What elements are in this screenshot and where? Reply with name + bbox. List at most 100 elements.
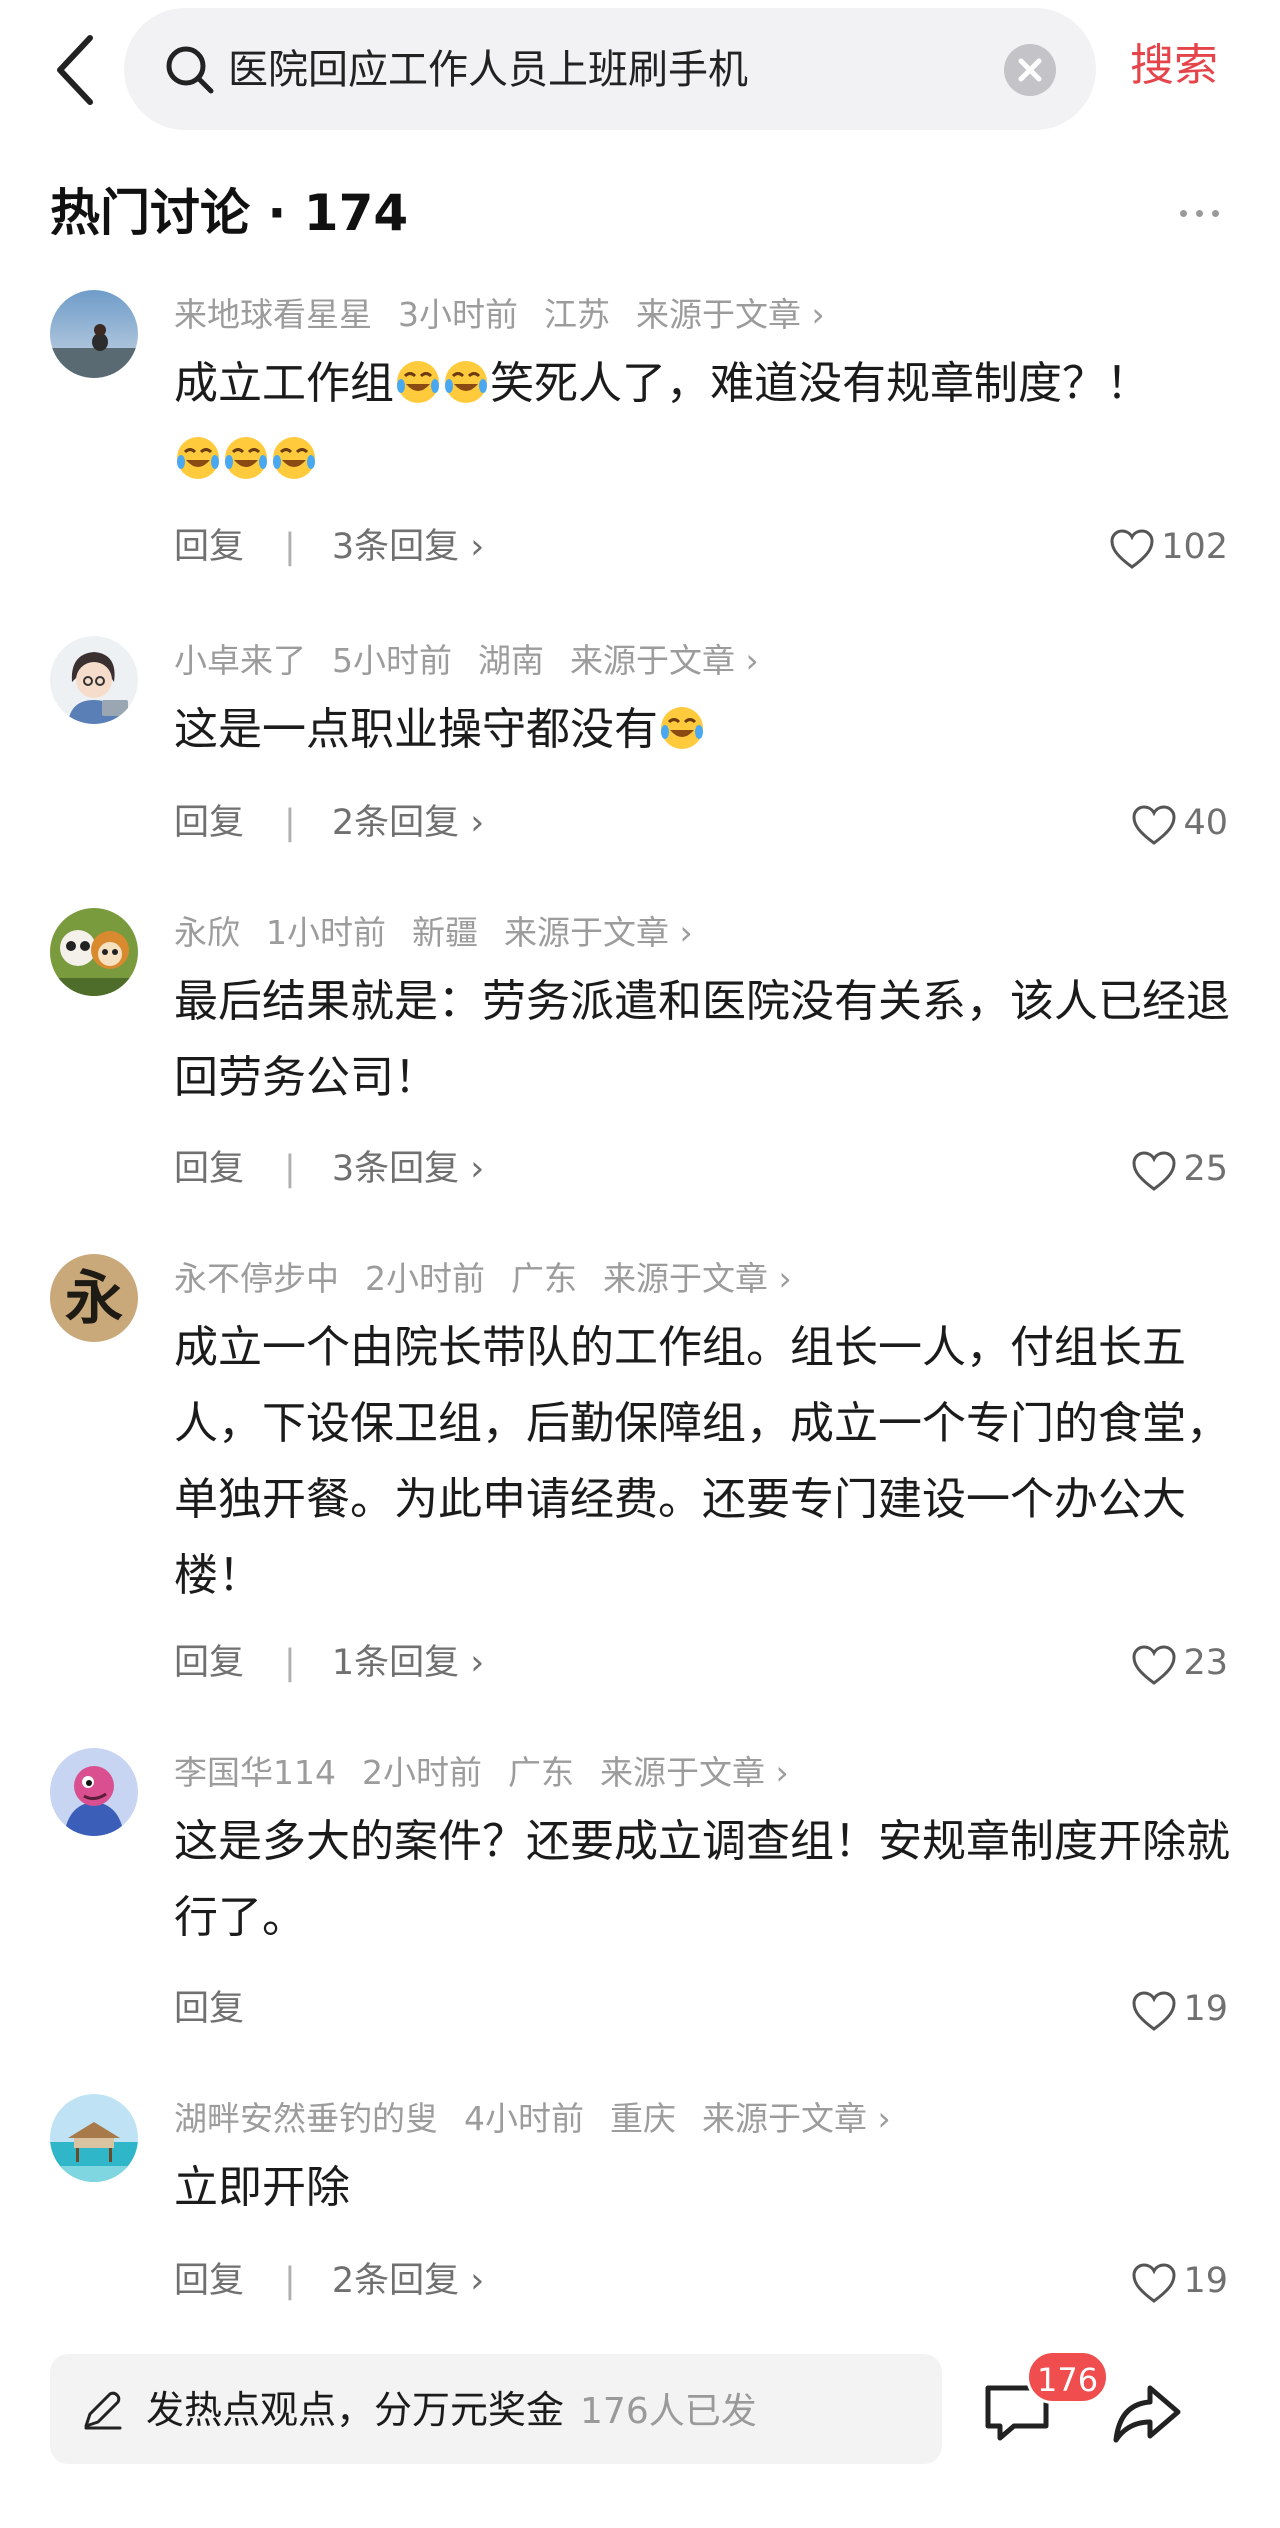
search-icon — [166, 46, 214, 94]
view-replies-link[interactable]: 2条回复 › — [332, 803, 484, 843]
like-count: 19 — [1183, 2261, 1228, 2301]
source-link[interactable]: 来源于文章 › — [600, 1753, 789, 1792]
laugh-cry-emoji-icon — [445, 361, 487, 403]
comment-item: 小卓来了 5小时前 湖南 来源于文章 › 这是一点职业操守都没有 回复 | 2条回复 › … — [0, 636, 1280, 866]
heart-icon — [1132, 1991, 1176, 2031]
comment-actions: 回复 | 1条回复 › — [174, 1638, 484, 1688]
username[interactable]: 湖畔安然垂钓的叟 — [174, 2099, 438, 2138]
laugh-cry-emoji-icon — [661, 707, 703, 749]
source-link[interactable]: 来源于文章 › — [570, 641, 759, 680]
compose-placeholder: 发热点观点，分万元奖金 — [146, 2388, 565, 2432]
comment-item: 永欣 1小时前 新疆 来源于文章 › 最后结果就是：劳务派遣和医院没有关系，该人已经退… — [0, 908, 1280, 1208]
pen-icon — [84, 2391, 122, 2430]
heart-icon — [1132, 805, 1176, 845]
comment-time: 5小时前 — [332, 641, 452, 680]
source-link[interactable]: 来源于文章 › — [504, 913, 693, 952]
like-button[interactable]: 102 — [1109, 522, 1228, 572]
view-replies-link[interactable]: 3条回复 › — [332, 1149, 484, 1189]
comment-region: 广东 — [511, 1259, 577, 1298]
section-title: 热门讨论 · 174 — [50, 184, 409, 242]
reply-button[interactable]: 回复 — [174, 1989, 244, 2029]
heart-icon — [1132, 1151, 1176, 1191]
comment-time: 1小时前 — [266, 913, 386, 952]
compose-count: 176人已发 — [580, 2391, 757, 2432]
view-replies-link[interactable]: 1条回复 › — [332, 1643, 484, 1683]
divider: | — [284, 2261, 296, 2301]
divider: | — [284, 1643, 296, 1683]
comment-actions: 回复 — [174, 1984, 244, 2034]
comment-region: 新疆 — [412, 913, 478, 952]
avatar[interactable]: 永 — [50, 1254, 138, 1342]
comment-text: 这是一点职业操守都没有 — [174, 692, 1234, 768]
laugh-cry-emoji-icon — [177, 437, 219, 479]
comment-time: 2小时前 — [362, 1753, 482, 1792]
source-link[interactable]: 来源于文章 › — [636, 295, 825, 334]
clear-search-button[interactable] — [1004, 44, 1056, 96]
comment-actions: 回复 | 3条回复 › — [174, 1144, 484, 1194]
like-button[interactable]: 19 — [1131, 2256, 1228, 2306]
username[interactable]: 李国华114 — [174, 1753, 336, 1792]
close-icon — [1018, 58, 1042, 82]
source-link[interactable]: 来源于文章 › — [702, 2099, 891, 2138]
avatar[interactable] — [50, 1748, 138, 1836]
comment-meta: 永欣 1小时前 新疆 来源于文章 › — [174, 908, 719, 958]
like-button[interactable]: 23 — [1131, 1638, 1228, 1688]
divider: | — [284, 803, 296, 843]
like-count: 40 — [1183, 803, 1228, 843]
laugh-cry-emoji-icon — [225, 437, 267, 479]
comment-text: 最后结果就是：劳务派遣和医院没有关系，该人已经退回劳务公司！ — [174, 976, 1230, 1103]
username[interactable]: 永不停步中 — [174, 1259, 339, 1298]
avatar-character: 永 — [64, 1264, 123, 1332]
comment-item: 李国华114 2小时前 广东 来源于文章 › 这是多大的案件？还要成立调查组！安规章制… — [0, 1748, 1280, 2048]
username[interactable]: 小卓来了 — [174, 641, 306, 680]
compose-comment-input[interactable]: 发热点观点，分万元奖金 176人已发 — [50, 2354, 942, 2464]
comment-actions: 回复 | 3条回复 › — [174, 522, 484, 572]
comment-text: 成立工作组 笑死人了，难道没有规章制度？！ — [174, 346, 1234, 498]
comment-meta: 李国华114 2小时前 广东 来源于文章 › — [174, 1748, 815, 1798]
like-count: 102 — [1161, 527, 1228, 567]
heart-icon — [1132, 1645, 1176, 1685]
comment-region: 广东 — [508, 1753, 574, 1792]
search-query[interactable]: 医院回应工作人员上班刷手机 — [228, 44, 748, 96]
source-link[interactable]: 来源于文章 › — [603, 1259, 792, 1298]
comment-meta: 湖畔安然垂钓的叟 4小时前 重庆 来源于文章 › — [174, 2094, 917, 2144]
view-replies-link[interactable]: 2条回复 › — [332, 2261, 484, 2301]
comment-meta: 永不停步中 2小时前 广东 来源于文章 › — [174, 1254, 818, 1304]
reply-button[interactable]: 回复 — [174, 803, 244, 843]
username[interactable]: 来地球看星星 — [174, 295, 372, 334]
reply-button[interactable]: 回复 — [174, 1149, 244, 1189]
more-options-icon[interactable] — [1176, 192, 1224, 232]
comment-item: 永 永不停步中 2小时前 广东 来源于文章 › 成立一个由院长带队的工作组。组长一人，… — [0, 1254, 1280, 1704]
comment-actions: 回复 | 2条回复 › — [174, 2256, 484, 2306]
avatar[interactable] — [50, 290, 138, 378]
reply-button[interactable]: 回复 — [174, 2261, 244, 2301]
share-icon[interactable] — [1110, 2380, 1184, 2446]
reply-button[interactable]: 回复 — [174, 1643, 244, 1683]
like-button[interactable]: 19 — [1131, 1984, 1228, 2034]
username[interactable]: 永欣 — [174, 913, 240, 952]
avatar[interactable] — [50, 908, 138, 996]
like-button[interactable]: 40 — [1131, 798, 1228, 848]
like-button[interactable]: 25 — [1131, 1144, 1228, 1194]
back-arrow-icon[interactable] — [52, 30, 100, 110]
comment-time: 3小时前 — [398, 295, 518, 334]
comment-item: 湖畔安然垂钓的叟 4小时前 重庆 来源于文章 › 立即开除 回复 | 2条回复 › 19 — [0, 2094, 1280, 2324]
search-bar: 医院回应工作人员上班刷手机 搜索 — [0, 0, 1280, 140]
comment-region: 江苏 — [544, 295, 610, 334]
search-input[interactable]: 医院回应工作人员上班刷手机 — [124, 8, 1096, 130]
comment-time: 2小时前 — [365, 1259, 485, 1298]
heart-icon — [1110, 529, 1154, 569]
avatar[interactable] — [50, 636, 138, 724]
comment-region: 重庆 — [610, 2099, 676, 2138]
comment-meta: 小卓来了 5小时前 湖南 来源于文章 › — [174, 636, 785, 686]
avatar[interactable] — [50, 2094, 138, 2182]
bottom-bar: 发热点观点，分万元奖金 176人已发 176 — [0, 2340, 1280, 2528]
comment-text: 立即开除 — [174, 2162, 350, 2213]
comment-actions: 回复 | 2条回复 › — [174, 798, 484, 848]
like-count: 23 — [1183, 1643, 1228, 1683]
search-button[interactable]: 搜索 — [1130, 36, 1218, 96]
laugh-cry-emoji-icon — [273, 437, 315, 479]
view-replies-link[interactable]: 3条回复 › — [332, 527, 484, 567]
reply-button[interactable]: 回复 — [174, 527, 244, 567]
comment-text: 成立一个由院长带队的工作组。组长一人，付组长五人，下设保卫组，后勤保障组，成立一… — [174, 1322, 1230, 1601]
